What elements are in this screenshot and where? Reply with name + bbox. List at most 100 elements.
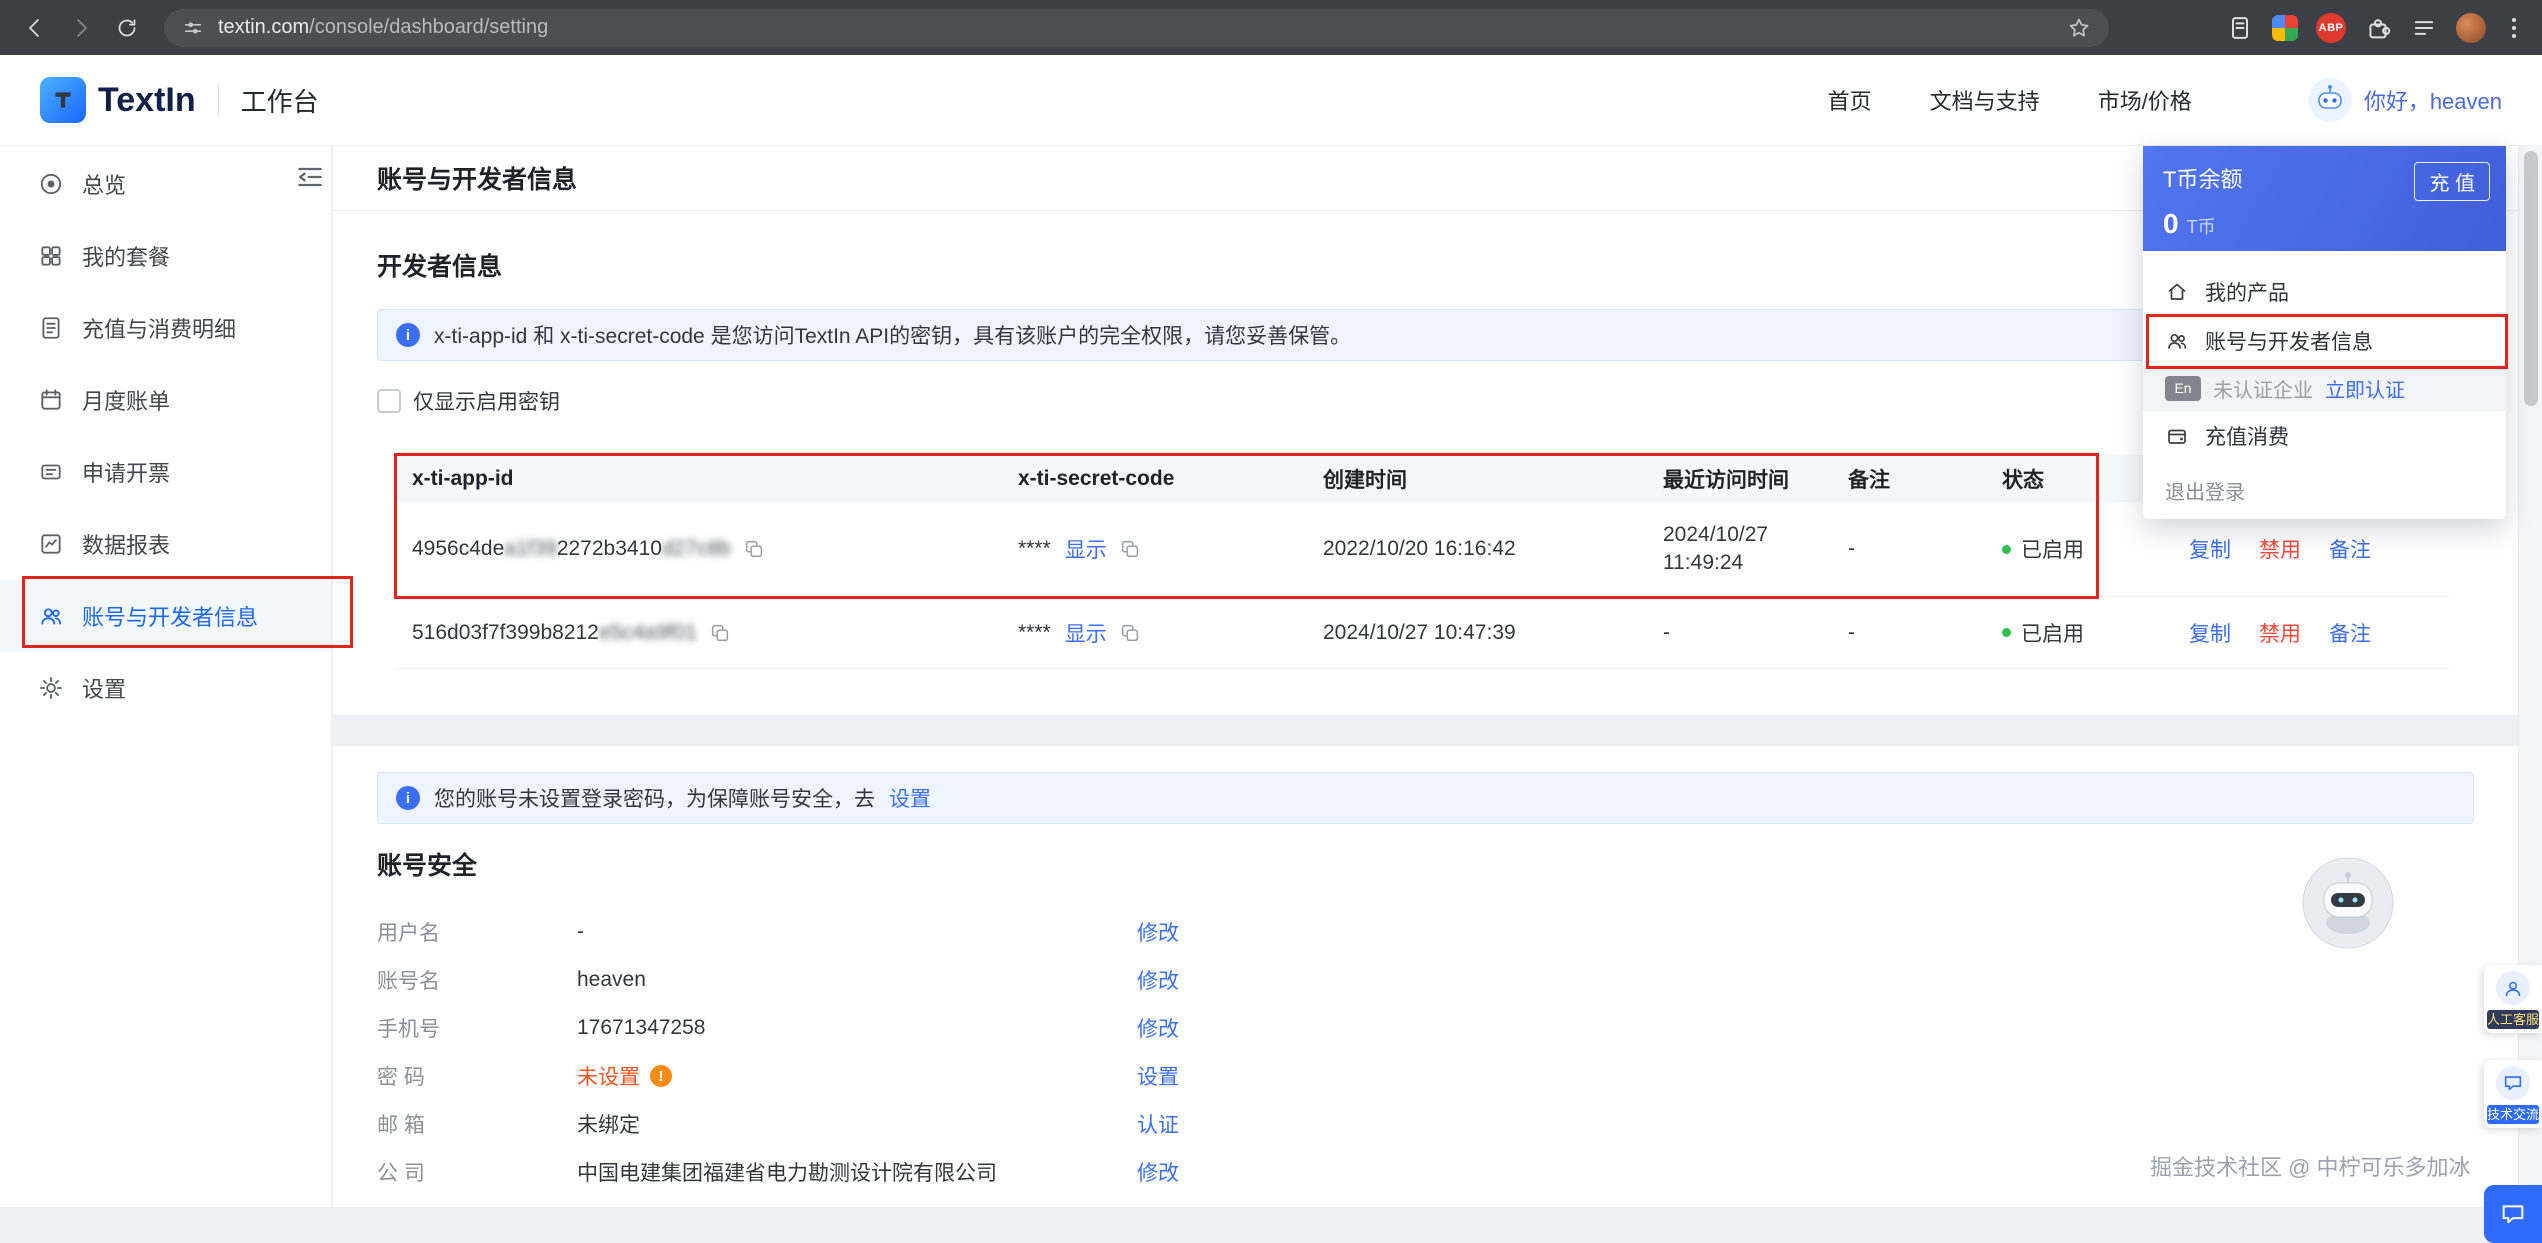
cell-created: 2022/10/20 16:16:42 [1307, 537, 1647, 561]
security-value: 中国电建集团福建省电力勘测设计院有限公司 [577, 1157, 1137, 1187]
table-row: 516d03f7f399b8212e5c4a9f01****显示2024/10/… [396, 597, 2449, 669]
copy-icon[interactable] [709, 622, 731, 644]
user-avatar[interactable] [2308, 78, 2352, 122]
forward-button[interactable] [60, 7, 102, 49]
sidebar-item-label: 账号与开发者信息 [82, 600, 258, 632]
dropdown-item-account-info[interactable]: 账号与开发者信息 [2143, 316, 2506, 365]
address-bar[interactable]: textin.com/console/dashboard/setting [164, 9, 2109, 47]
show-secret-link[interactable]: 显示 [1065, 534, 1107, 564]
checkbox-label: 仅显示启用密钥 [413, 386, 560, 416]
security-value: 未设置 [577, 1061, 1137, 1091]
report-icon [38, 531, 64, 557]
sidebar-item-label: 数据报表 [82, 528, 170, 560]
security-action-link[interactable]: 修改 [1137, 970, 1179, 993]
adblock-extension-icon[interactable]: ABP [2316, 13, 2346, 43]
logo-text[interactable]: TextIn [98, 81, 196, 120]
security-row: 手机号17671347258修改 [377, 1004, 2474, 1052]
app-header: TextIn 工作台 首页 文档与支持 市场/价格 你好，heaven [0, 55, 2542, 146]
secret-mask: **** [1018, 537, 1051, 561]
collapse-sidebar-icon[interactable] [294, 161, 326, 193]
remark-key-action[interactable]: 备注 [2329, 618, 2371, 648]
page-extension-icon[interactable] [2226, 14, 2254, 42]
security-action-link[interactable]: 修改 [1137, 1162, 1179, 1185]
browser-menu-icon[interactable] [2504, 14, 2524, 42]
certify-now-link[interactable]: 立即认证 [2325, 374, 2405, 403]
security-action-link[interactable]: 修改 [1137, 922, 1179, 945]
refresh-icon [115, 16, 139, 40]
col-app-id: x-ti-app-id [396, 467, 1002, 491]
nav-home[interactable]: 首页 [1828, 84, 1872, 116]
cell-secret: **** 显示 [1002, 618, 1307, 648]
reading-list-icon[interactable] [2410, 14, 2438, 42]
nav-market-price[interactable]: 市场/价格 [2098, 84, 2192, 116]
security-action-link[interactable]: 修改 [1137, 1018, 1179, 1041]
user-dropdown-menu: T币余额 充 值 0 T币 我的产品 账号与开发者信息 En 未认证企业 立即认… [2143, 146, 2506, 519]
contact-widget-partial[interactable] [2484, 1185, 2542, 1243]
sidebar-item-1[interactable]: 我的套餐 [0, 220, 331, 292]
copy-key-action[interactable]: 复制 [2189, 618, 2231, 648]
url-domain: textin.com [218, 16, 309, 38]
col-remark: 备注 [1832, 464, 1986, 494]
secret-mask: **** [1018, 621, 1051, 645]
site-settings-icon[interactable] [182, 17, 204, 39]
bookmark-star-icon[interactable] [2067, 16, 2091, 40]
user-greeting: 你好，heaven [2364, 84, 2502, 116]
back-button[interactable] [14, 7, 56, 49]
remark-key-action[interactable]: 备注 [2329, 534, 2371, 564]
security-row: 账号名heaven修改 [377, 956, 2474, 1004]
colorful-extension-icon[interactable] [2272, 15, 2298, 41]
recharge-button[interactable]: 充 值 [2414, 162, 2490, 201]
banner-settings-link[interactable]: 设置 [889, 783, 931, 813]
logout-button[interactable]: 退出登录 [2143, 460, 2506, 505]
textin-logo-icon[interactable] [40, 77, 86, 123]
sidebar-item-6[interactable]: 账号与开发者信息 [0, 580, 331, 652]
disable-key-action[interactable]: 禁用 [2259, 534, 2301, 564]
security-action-link[interactable]: 认证 [1137, 1114, 1179, 1137]
watermark-text: 掘金技术社区 @ 中柠可乐多加冰 [2150, 1150, 2471, 1182]
copy-icon[interactable] [743, 538, 765, 560]
dropdown-item-recharge-consume[interactable]: 充值消费 [2143, 411, 2506, 460]
cell-app-id: 516d03f7f399b8212e5c4a9f01 [396, 621, 1002, 645]
browser-profile-avatar[interactable] [2456, 13, 2486, 43]
customer-service-widget[interactable]: 人工客服 [2484, 965, 2542, 1033]
security-row: 邮 箱未绑定认证 [377, 1100, 2474, 1148]
sidebar-item-label: 设置 [82, 672, 126, 704]
back-icon [23, 16, 47, 40]
chat-icon [2499, 1200, 2527, 1228]
dropdown-item-my-products[interactable]: 我的产品 [2143, 267, 2506, 316]
scrollbar-thumb[interactable] [2524, 151, 2538, 406]
security-action-link[interactable]: 设置 [1137, 1066, 1179, 1089]
copy-icon[interactable] [1119, 622, 1141, 644]
sidebar-item-3[interactable]: 月度账单 [0, 364, 331, 436]
nav-docs-support[interactable]: 文档与支持 [1930, 84, 2040, 116]
show-secret-link[interactable]: 显示 [1065, 618, 1107, 648]
sidebar-item-4[interactable]: 申请开票 [0, 436, 331, 508]
tech-exchange-widget[interactable]: 技术交流 [2484, 1060, 2542, 1128]
show-enabled-only-checkbox[interactable] [377, 389, 401, 413]
browser-extensions-area: ABP [2226, 13, 2528, 43]
api-key-banner-text: x-ti-app-id 和 x-ti-secret-code 是您访问TextI… [434, 320, 1351, 350]
cell-last-access: - [1647, 619, 1832, 647]
security-label: 账号名 [377, 965, 577, 995]
disable-key-action[interactable]: 禁用 [2259, 618, 2301, 648]
enterprise-badge-icon: En [2165, 376, 2201, 401]
refresh-button[interactable] [106, 7, 148, 49]
col-last-access: 最近访问时间 [1647, 464, 1832, 494]
table-row: 4956c4dea1f392272b3410d27c8b****显示2022/1… [396, 502, 2449, 597]
user-chip[interactable]: 你好，heaven [2308, 78, 2502, 122]
sidebar-item-0[interactable]: 总览 [0, 148, 331, 220]
security-label: 手机号 [377, 1013, 577, 1043]
status-dot [2002, 628, 2011, 637]
puzzle-extensions-icon[interactable] [2364, 14, 2392, 42]
sidebar-item-2[interactable]: 充值与消费明细 [0, 292, 331, 364]
copy-icon[interactable] [1119, 538, 1141, 560]
security-value: heaven [577, 968, 1137, 992]
page-scrollbar[interactable] [2518, 146, 2542, 1207]
copy-key-action[interactable]: 复制 [2189, 534, 2231, 564]
status-text: 已启用 [2021, 618, 2084, 648]
cell-remark: - [1832, 537, 1986, 561]
url-text: textin.com/console/dashboard/setting [218, 16, 548, 39]
robot-mascot [2300, 855, 2396, 951]
sidebar-item-7[interactable]: 设置 [0, 652, 331, 724]
sidebar-item-5[interactable]: 数据报表 [0, 508, 331, 580]
